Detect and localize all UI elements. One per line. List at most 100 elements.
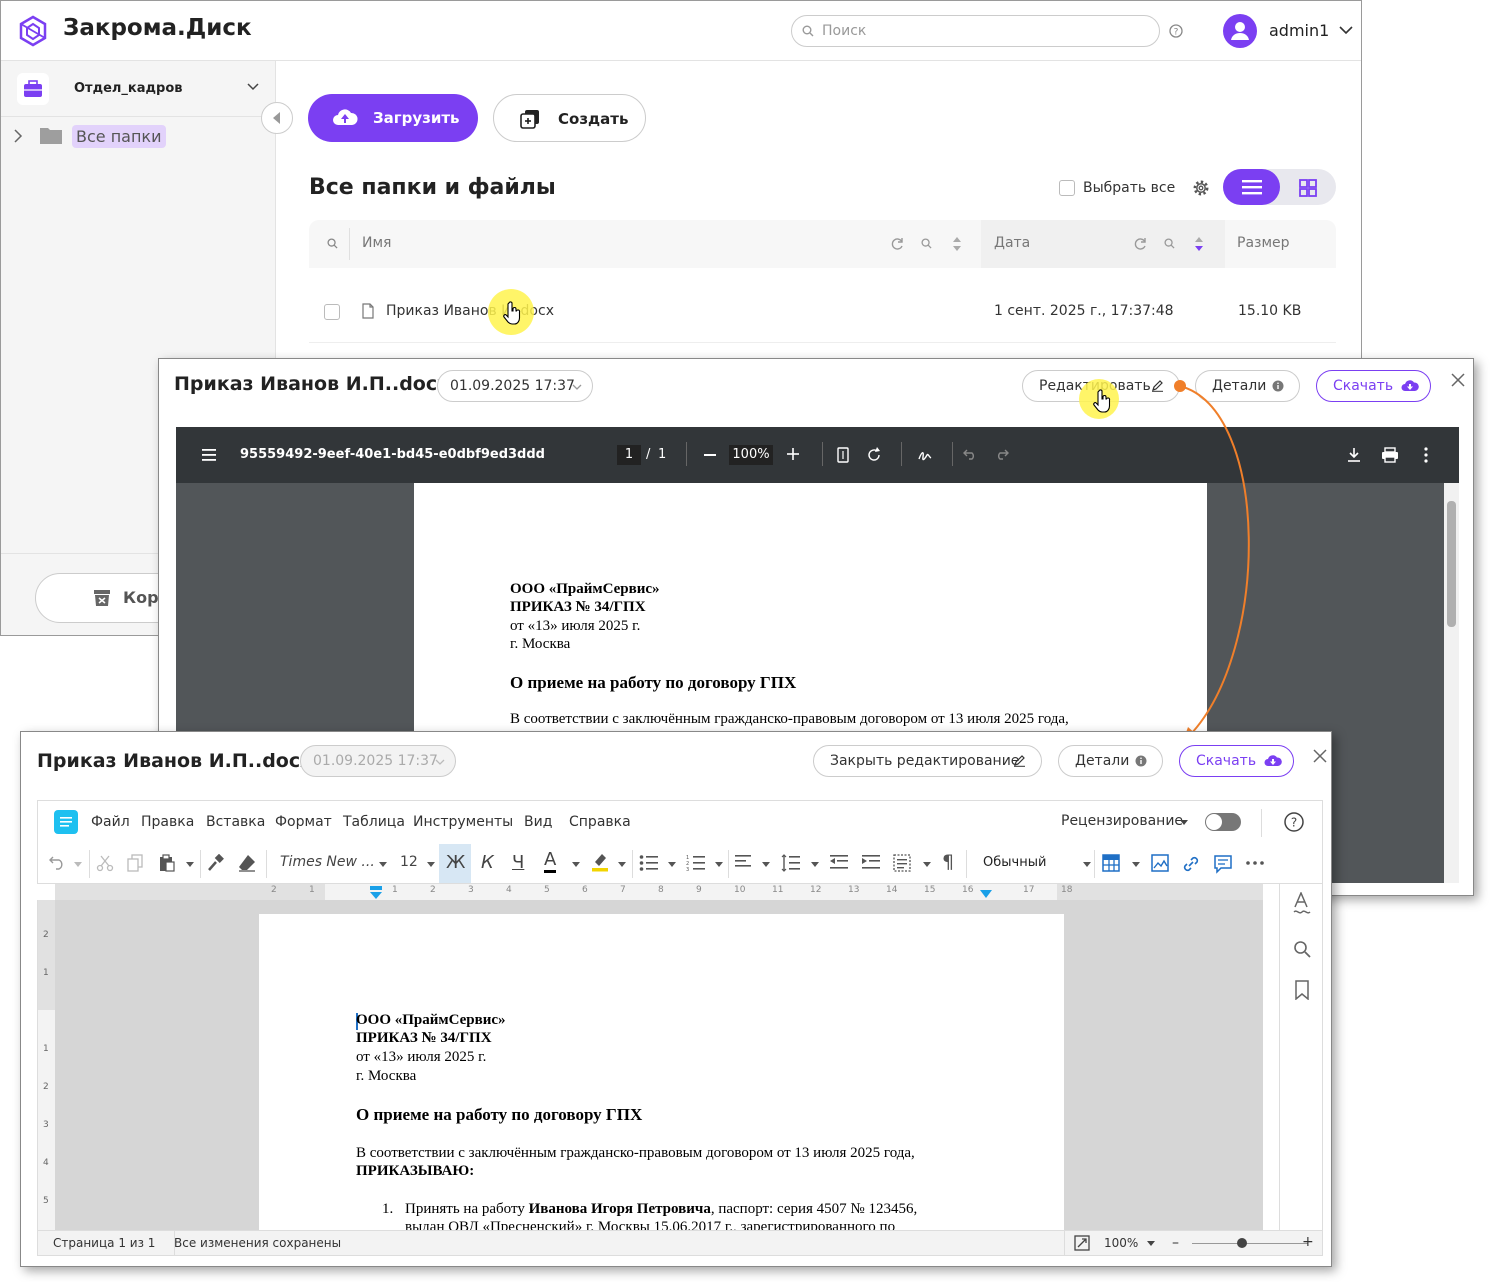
help-icon[interactable]: ? (1284, 812, 1304, 832)
close-edit-button[interactable]: Закрыть редактирование (813, 745, 1042, 777)
italic-button[interactable]: К (481, 852, 494, 873)
right-indent-marker-icon[interactable] (980, 890, 992, 898)
caret-down-icon[interactable] (668, 862, 676, 867)
zoom-slider-thumb[interactable] (1237, 1238, 1247, 1248)
vertical-ruler[interactable]: 2 1 1 2 3 4 5 (37, 900, 55, 1230)
pilcrow-icon[interactable]: ¶ (942, 851, 954, 873)
scrollbar-thumb[interactable] (1447, 501, 1456, 627)
caret-down-icon[interactable] (811, 862, 819, 867)
table-icon[interactable] (1102, 854, 1120, 872)
reset-icon[interactable] (891, 237, 905, 251)
select-all-checkbox[interactable] (1059, 180, 1075, 196)
search-icon[interactable] (1293, 940, 1311, 958)
font-color-button[interactable]: А (544, 850, 557, 873)
menu-icon[interactable] (202, 449, 216, 461)
menu-help[interactable]: Справка (569, 814, 631, 830)
column-header-date[interactable]: Дата (994, 235, 1030, 251)
numbered-list-icon[interactable]: 123 (686, 854, 706, 872)
undo-icon[interactable] (963, 448, 977, 460)
undo-icon[interactable] (48, 854, 66, 870)
download-button[interactable]: Скачать (1316, 370, 1431, 402)
scrollbar[interactable] (1444, 483, 1459, 883)
menu-table[interactable]: Таблица (343, 814, 405, 830)
align-left-icon[interactable] (735, 854, 753, 870)
redo-icon[interactable] (995, 448, 1009, 460)
grid-view-icon[interactable] (1299, 179, 1317, 197)
format-painter-icon[interactable] (207, 854, 225, 872)
chevron-down-icon[interactable] (1339, 25, 1353, 35)
menu-tools[interactable]: Инструменты (413, 814, 513, 830)
menu-file[interactable]: Файл (91, 814, 130, 830)
document-page[interactable]: ООО «ПраймСервис» ПРИКАЗ № 34/ГПХ от «13… (259, 914, 1064, 1244)
chevron-right-icon[interactable] (13, 129, 23, 143)
bookmark-icon[interactable] (1295, 980, 1309, 1000)
highlight-icon[interactable] (591, 852, 609, 872)
details-button[interactable]: Детали (1058, 745, 1163, 777)
create-button[interactable]: Создать (493, 94, 646, 142)
gear-icon[interactable] (1192, 179, 1210, 197)
caret-down-icon[interactable] (379, 862, 387, 867)
department-selector[interactable]: Отдел_кадров (1, 61, 275, 117)
print-icon[interactable] (1381, 447, 1399, 463)
download-icon[interactable] (1347, 447, 1361, 463)
image-icon[interactable] (1151, 854, 1169, 872)
help-icon[interactable]: ? (1169, 24, 1183, 38)
rotate-icon[interactable] (866, 447, 882, 463)
zoom-out-icon[interactable] (704, 454, 716, 456)
caret-down-icon[interactable] (186, 862, 194, 867)
link-icon[interactable] (1181, 854, 1201, 874)
comment-icon[interactable] (1213, 854, 1233, 874)
menu-format[interactable]: Формат (275, 814, 332, 830)
line-spacing-icon[interactable] (781, 854, 801, 872)
reset-icon[interactable] (1134, 237, 1148, 251)
zoom-in-icon[interactable] (787, 448, 799, 460)
column-header-size[interactable]: Размер (1237, 235, 1290, 251)
sort-desc-icon[interactable] (1194, 236, 1204, 252)
list-view-button[interactable] (1223, 169, 1280, 205)
review-mode-label[interactable]: Рецензирование (1061, 813, 1183, 829)
avatar[interactable] (1223, 14, 1257, 48)
annotate-icon[interactable] (917, 447, 933, 463)
copy-icon[interactable] (127, 854, 143, 872)
spellcheck-icon[interactable] (1292, 892, 1312, 916)
column-header-name[interactable]: Имя (362, 235, 391, 251)
font-name-select[interactable]: Times New ... (280, 854, 375, 870)
horizontal-ruler[interactable]: 2 1 1 2 3 4 5 6 7 8 9 10 11 12 13 14 15 … (55, 884, 1263, 900)
close-icon[interactable] (1313, 749, 1327, 763)
upload-button[interactable]: Загрузить (308, 94, 478, 142)
review-toggle[interactable] (1205, 813, 1241, 831)
version-select[interactable]: 01.09.2025 17:37 (437, 370, 593, 402)
paste-icon[interactable] (159, 854, 175, 872)
underline-button[interactable]: Ч (512, 852, 524, 873)
bullet-list-icon[interactable] (639, 854, 659, 872)
zoom-in-button[interactable]: + (1302, 1234, 1314, 1250)
font-size-select[interactable]: 12 (400, 854, 418, 870)
zoom-out-button[interactable]: – (1172, 1235, 1179, 1251)
indent-marker-icon[interactable] (370, 886, 382, 900)
search-icon[interactable] (921, 238, 932, 249)
zoom-input[interactable]: 100% (729, 445, 773, 465)
menu-insert[interactable]: Вставка (206, 814, 265, 830)
fit-width-icon[interactable] (1074, 1235, 1090, 1251)
caret-down-icon[interactable] (618, 862, 626, 867)
close-icon[interactable] (1451, 373, 1465, 387)
caret-down-icon[interactable] (1147, 1241, 1155, 1246)
zoom-select[interactable]: 100% (1104, 1236, 1138, 1250)
search-icon[interactable] (327, 238, 338, 249)
bold-button[interactable]: Ж (446, 852, 465, 873)
clear-format-icon[interactable] (238, 854, 256, 872)
caret-down-icon[interactable] (74, 862, 82, 867)
search-icon[interactable] (1164, 238, 1175, 249)
download-button[interactable]: Скачать (1179, 745, 1294, 777)
caret-down-icon[interactable] (1083, 862, 1091, 867)
style-select[interactable]: Обычный (983, 855, 1046, 870)
caret-down-icon[interactable] (1180, 820, 1188, 825)
more-horiz-icon[interactable] (1246, 861, 1264, 865)
caret-down-icon[interactable] (427, 862, 435, 867)
borders-icon[interactable] (893, 854, 911, 872)
caret-down-icon[interactable] (572, 862, 580, 867)
more-vert-icon[interactable] (1424, 447, 1428, 463)
menu-view[interactable]: Вид (524, 814, 552, 830)
menu-edit[interactable]: Правка (141, 814, 194, 830)
row-checkbox[interactable] (324, 304, 340, 320)
